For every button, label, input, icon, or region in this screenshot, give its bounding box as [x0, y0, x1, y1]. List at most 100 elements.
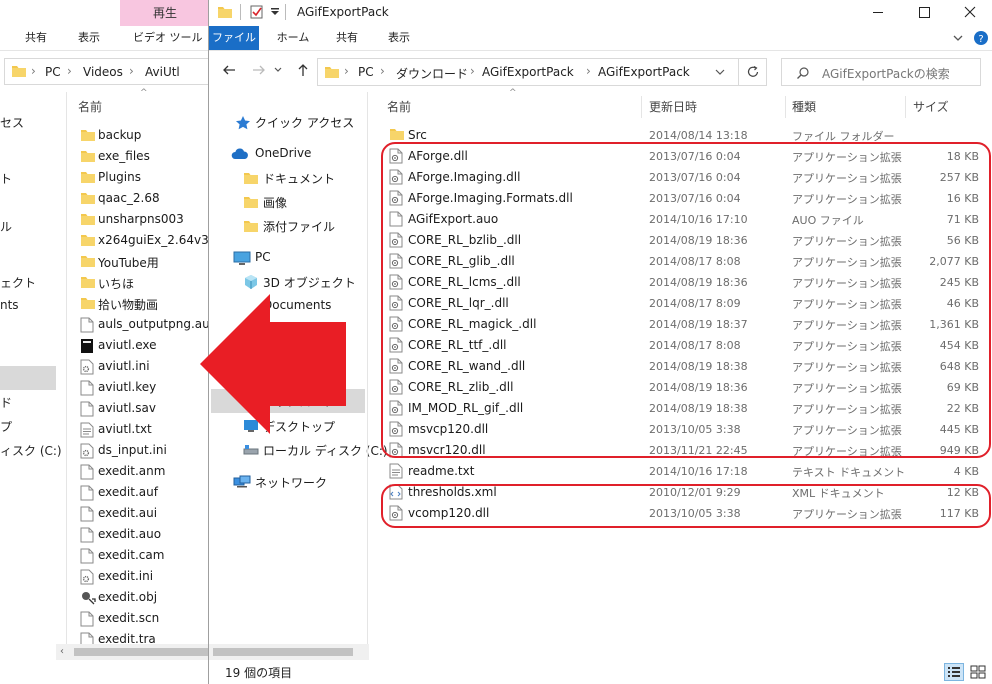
column-header-name[interactable]: 名前	[387, 94, 639, 118]
back-tab-view[interactable]: 表示	[78, 26, 100, 50]
tab-share[interactable]: 共有	[327, 26, 367, 50]
tab-home[interactable]: ホーム	[271, 26, 315, 50]
list-item[interactable]: aviutl.exe	[78, 335, 210, 356]
search-placeholder[interactable]: AGifExportPackの検索	[822, 65, 950, 82]
scroll-thumb[interactable]	[213, 648, 353, 656]
list-item[interactable]: いちほ	[78, 272, 210, 293]
file-name: aviutl.ini	[98, 359, 150, 373]
file-name: Src	[408, 128, 427, 142]
file-type: テキスト ドキュメント	[792, 466, 906, 479]
settings-file-icon	[80, 359, 94, 375]
breadcrumb-pc[interactable]: PC	[358, 65, 374, 79]
list-item[interactable]: x264guiEx_2.64v3	[78, 230, 210, 251]
column-header-size[interactable]: サイズ	[913, 94, 983, 118]
list-item[interactable]: exedit.cam	[78, 545, 210, 566]
list-item[interactable]: backup	[78, 125, 210, 146]
nav-fragment[interactable]: セス	[0, 114, 24, 131]
breadcrumb-agifexportpack[interactable]: AGifExportPack	[482, 65, 574, 79]
list-item[interactable]: aviutl.txt	[78, 419, 210, 440]
column-label: 名前	[387, 100, 412, 114]
help-icon[interactable]: ?	[973, 30, 989, 46]
list-item[interactable]: exedit.obj	[78, 587, 210, 608]
maximize-button[interactable]	[901, 0, 947, 26]
list-item[interactable]: exe_files	[78, 146, 210, 167]
up-arrow-icon[interactable]	[295, 62, 311, 78]
list-item[interactable]: exedit.aui	[78, 503, 210, 524]
nav-horizontal-scrollbar[interactable]	[209, 644, 369, 660]
properties-icon[interactable]	[249, 4, 265, 20]
back-column-name[interactable]: 名前	[78, 98, 102, 115]
list-item[interactable]: aviutl.sav	[78, 398, 210, 419]
breadcrumb-separator: ›	[344, 64, 349, 78]
list-item[interactable]: ds_input.ini	[78, 440, 210, 461]
folder-icon	[80, 212, 96, 226]
nav-fragment[interactable]: ト	[0, 170, 12, 187]
selected-nav-item[interactable]	[0, 366, 56, 390]
quick-access-dropdown-icon[interactable]	[270, 7, 280, 17]
file-name: qaac_2.68	[98, 191, 160, 205]
list-item[interactable]: exedit.anm	[78, 461, 210, 482]
minimize-button[interactable]	[855, 0, 901, 26]
list-item[interactable]: 拾い物動画	[78, 293, 210, 314]
large-icons-view-button[interactable]	[969, 664, 987, 680]
list-item[interactable]: exedit.auo	[78, 524, 210, 545]
nav-fragment[interactable]: nts	[0, 298, 19, 312]
chevron-down-icon[interactable]	[951, 31, 965, 45]
back-tab-share[interactable]: 共有	[25, 26, 47, 50]
tab-file[interactable]: ファイル	[209, 26, 259, 50]
list-item[interactable]: exedit.auf	[78, 482, 210, 503]
nav-fragment[interactable]: ィスク (C:)	[0, 442, 62, 459]
settings-file-icon	[80, 569, 94, 585]
refresh-icon[interactable]	[746, 65, 760, 79]
back-horizontal-scrollbar[interactable]: ‹	[56, 644, 210, 660]
address-bar[interactable]: › PC › ダウンロード › AGifExportPack › AGifExp…	[317, 58, 767, 86]
breadcrumb-separator: ›	[129, 64, 134, 78]
breadcrumb-separator: ›	[67, 64, 72, 78]
nav-fragment[interactable]: ド	[0, 394, 12, 411]
scroll-left-icon[interactable]: ‹	[60, 646, 64, 657]
column-header-date[interactable]: 更新日時	[649, 94, 785, 118]
back-arrow-icon[interactable]	[221, 62, 237, 78]
list-item[interactable]: Plugins	[78, 167, 210, 188]
nav-fragment[interactable]: ル	[0, 218, 12, 235]
list-item[interactable]: exedit.ini	[78, 566, 210, 587]
list-item[interactable]: exedit.scn	[78, 608, 210, 629]
file-name: unsharpns003	[98, 212, 184, 226]
breadcrumb-pc[interactable]: PC	[45, 65, 61, 79]
tab-view[interactable]: 表示	[379, 26, 419, 50]
forward-arrow-icon[interactable]	[251, 62, 267, 78]
breadcrumb-downloads[interactable]: ダウンロード	[396, 65, 468, 82]
list-item[interactable]: auls_outputpng.auf	[78, 314, 210, 335]
context-tab-play[interactable]: 再生	[120, 0, 210, 26]
breadcrumb-videos[interactable]: Videos	[83, 65, 123, 79]
close-button[interactable]	[947, 0, 992, 26]
back-address-bar[interactable]: › PC › Videos › AviUtl	[4, 58, 210, 85]
file-name: exedit.aui	[98, 506, 158, 520]
folder-icon	[80, 128, 96, 142]
table-row[interactable]: readme.txt 2014/10/16 17:18 テキスト ドキュメント 4 K…	[209, 461, 992, 482]
list-item[interactable]: YouTube用	[78, 251, 210, 272]
scroll-thumb[interactable]	[74, 648, 210, 656]
column-header-type[interactable]: 種類	[792, 94, 902, 118]
list-item[interactable]: aviutl.ini	[78, 356, 210, 377]
breadcrumb-agifexportpack-inner[interactable]: AGifExportPack	[598, 65, 690, 79]
nav-fragment[interactable]: プ	[0, 418, 12, 435]
file-date: 2014/10/16 17:18	[649, 465, 748, 478]
column-divider[interactable]	[785, 96, 786, 118]
list-item[interactable]: qaac_2.68	[78, 188, 210, 209]
title-divider	[285, 4, 286, 20]
list-item[interactable]: unsharpns003	[78, 209, 210, 230]
column-divider[interactable]	[905, 96, 906, 118]
object-file-icon	[80, 590, 96, 606]
nav-fragment[interactable]: ェクト	[0, 274, 36, 291]
column-divider[interactable]	[641, 96, 642, 118]
details-view-button[interactable]	[944, 663, 964, 681]
list-item[interactable]: aviutl.key	[78, 377, 210, 398]
file-name: aviutl.sav	[98, 401, 156, 415]
recent-locations-icon[interactable]	[273, 66, 283, 74]
address-dropdown-icon[interactable]	[714, 66, 726, 78]
breadcrumb-separator: ›	[586, 64, 591, 78]
back-tab-video-tools[interactable]: ビデオ ツール	[133, 26, 203, 50]
breadcrumb-aviutl[interactable]: AviUtl	[145, 65, 180, 79]
search-box[interactable]: AGifExportPackの検索	[781, 58, 981, 86]
